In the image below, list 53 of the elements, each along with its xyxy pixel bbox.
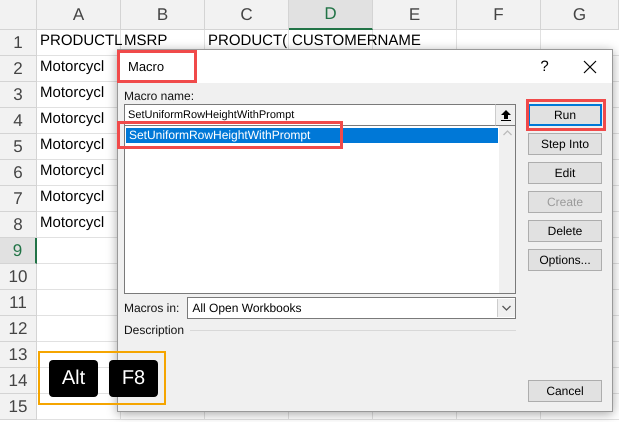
table-cell-text: PRODUCT(	[207, 31, 288, 51]
dialog-button[interactable]: Edit	[528, 162, 602, 184]
macros-in-dropdown[interactable]: All Open Workbooks	[187, 297, 516, 319]
chevron-down-icon	[502, 305, 511, 311]
up-arrow-icon	[500, 110, 510, 120]
row-header[interactable]: 5	[0, 134, 37, 160]
row-header[interactable]: 8	[0, 212, 37, 238]
dialog-button[interactable]: Run	[528, 104, 602, 126]
row-header[interactable]: 9	[0, 238, 37, 264]
row-header[interactable]: 3	[0, 82, 37, 108]
column-header[interactable]: B	[121, 0, 205, 30]
column-header[interactable]: F	[457, 0, 541, 30]
macro-item[interactable]: SetUniformRowHeightWithPrompt	[126, 128, 498, 143]
table-cell-text: Motorcycl	[39, 83, 106, 103]
column-header[interactable]: C	[205, 0, 289, 30]
row-header[interactable]: 7	[0, 186, 37, 212]
row-header[interactable]: 1	[0, 30, 37, 56]
column-header[interactable]: E	[373, 0, 457, 30]
up-arrow-button[interactable]	[495, 104, 516, 126]
row-header[interactable]: 10	[0, 264, 37, 290]
close-icon	[582, 60, 596, 74]
dialog-title: Macro	[128, 59, 166, 74]
cancel-button[interactable]: Cancel	[528, 380, 602, 402]
key-cap: Alt	[49, 360, 98, 396]
row-header[interactable]: 11	[0, 290, 37, 316]
field-label: Macros in:	[124, 300, 180, 316]
table-cell-text: Motorcycl	[39, 109, 106, 129]
row-header[interactable]: 6	[0, 160, 37, 186]
table-cell-text: Motorcycl	[39, 187, 106, 207]
key-cap: F8	[109, 360, 158, 396]
row-header[interactable]: 15	[0, 394, 37, 420]
table-cell-text: PRODUCTL	[39, 31, 123, 51]
dialog-button[interactable]: Options...	[528, 249, 602, 271]
table-cell-text: CUSTOMERNAME	[291, 31, 421, 51]
dialog-button[interactable]: Delete	[528, 220, 602, 242]
row-header[interactable]: 12	[0, 316, 37, 342]
section-label: Description	[124, 323, 184, 338]
dialog-button[interactable]: Step Into	[528, 133, 602, 155]
column-header[interactable]: D	[289, 0, 373, 30]
help-button[interactable]: ?	[522, 58, 567, 75]
row-header[interactable]: 2	[0, 56, 37, 82]
table-cell-text: MSRP	[123, 31, 168, 51]
table-cell-text: Motorcycl	[39, 57, 106, 77]
table-cell-text: Motorcycl	[39, 161, 106, 181]
field-label: Macro name:	[124, 89, 196, 104]
table-cell-text: Motorcycl	[39, 213, 106, 233]
row-header[interactable]: 13	[0, 342, 37, 368]
macro-name-field[interactable]: SetUniformRowHeightWithPrompt	[124, 104, 495, 126]
table-cell-text: Motorcycl	[39, 135, 106, 155]
column-header[interactable]: G	[541, 0, 619, 30]
column-header[interactable]: A	[37, 0, 121, 30]
row-header[interactable]: 14	[0, 368, 37, 394]
row-header[interactable]: 4	[0, 108, 37, 134]
